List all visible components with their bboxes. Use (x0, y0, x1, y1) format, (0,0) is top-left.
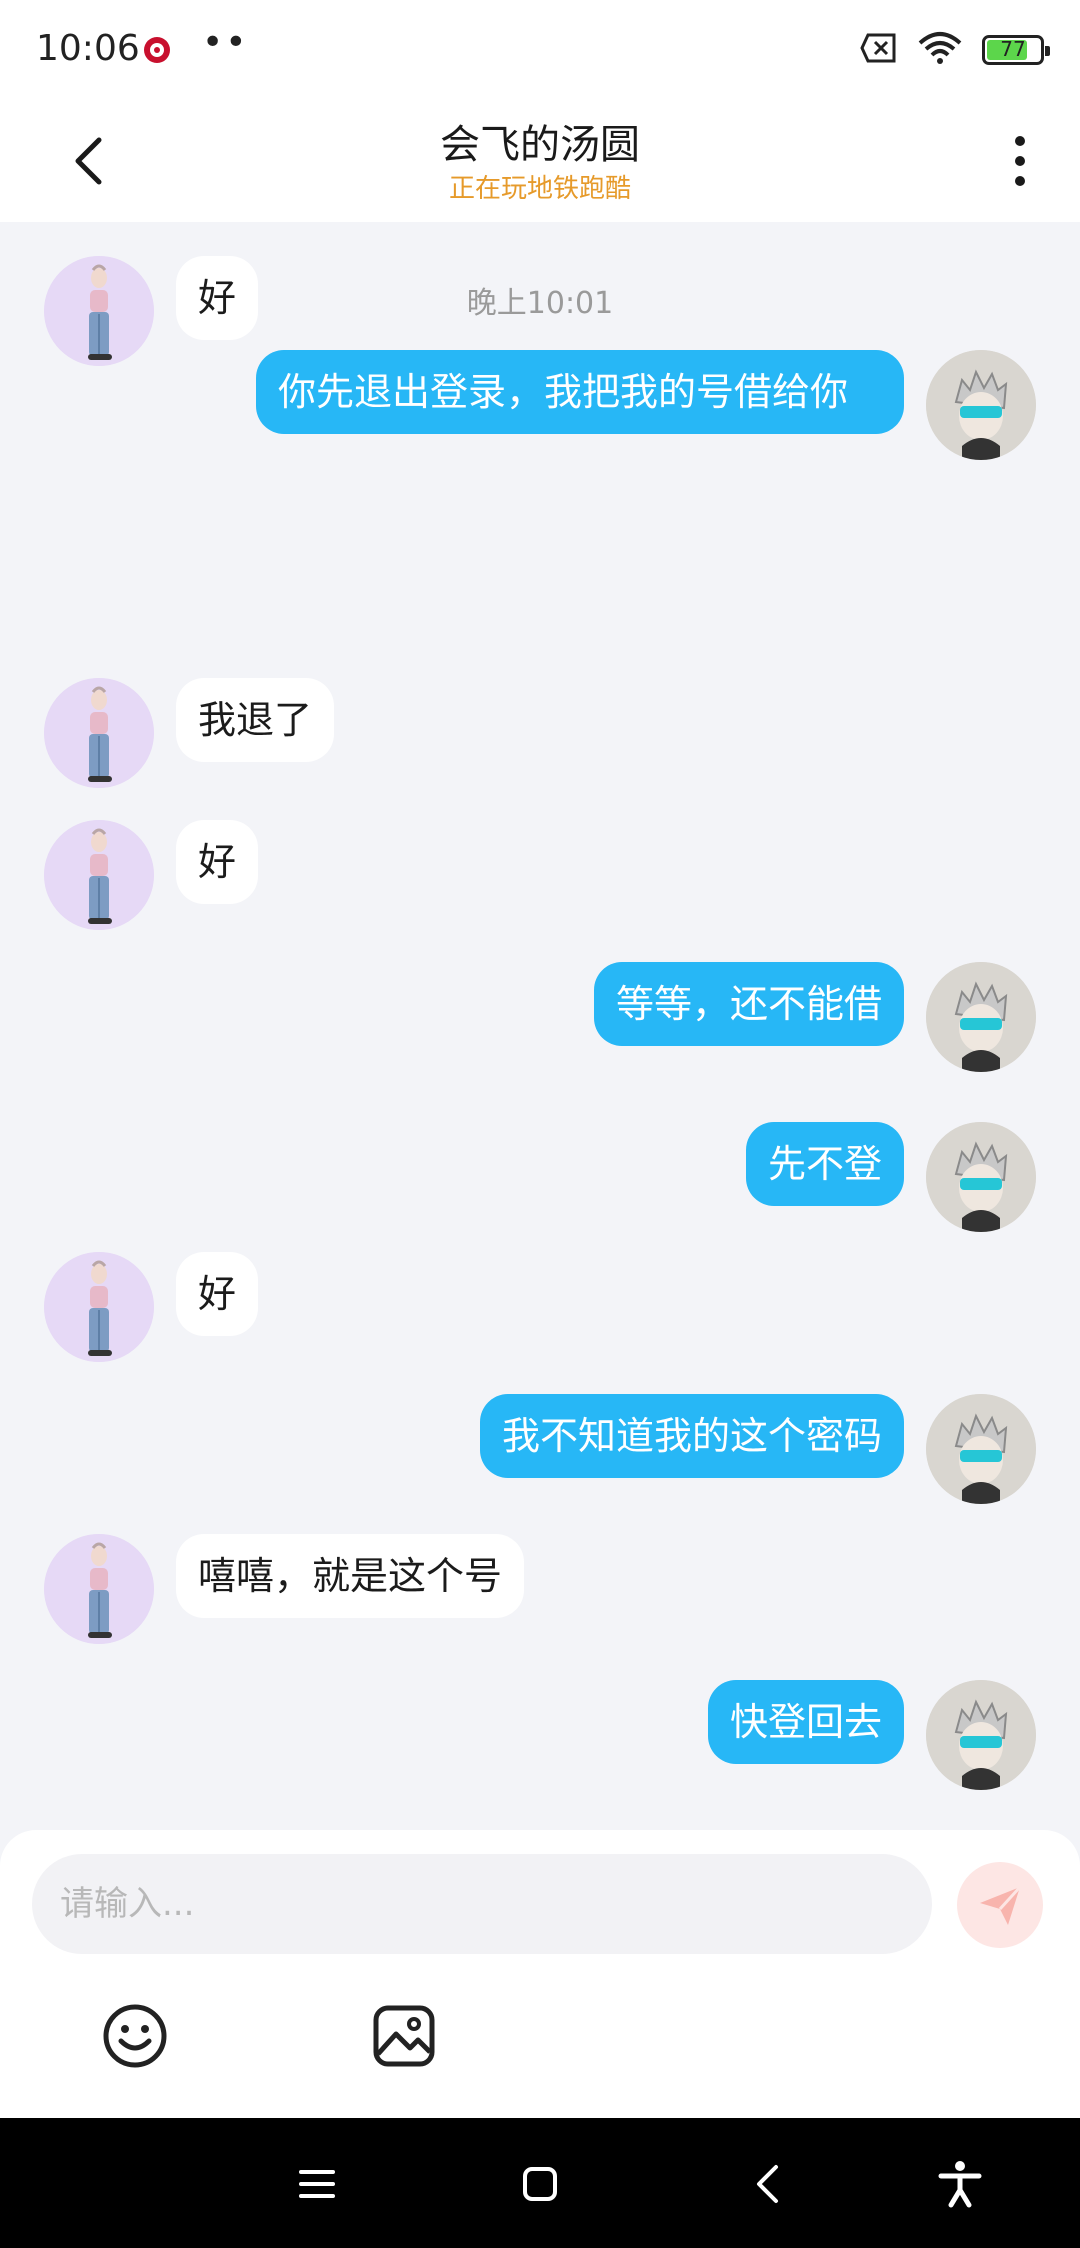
contact-avatar[interactable] (44, 1534, 154, 1644)
composer (0, 1830, 1080, 2118)
home-button[interactable] (510, 2154, 570, 2214)
image-icon (373, 2005, 435, 2067)
notification-app-icon (140, 32, 174, 66)
wifi-icon (918, 31, 962, 69)
contact-name: 会飞的汤圆 (440, 122, 640, 168)
send-icon (980, 1885, 1022, 1925)
my-avatar[interactable] (926, 962, 1036, 1072)
battery-percentage: 77 (1000, 37, 1026, 61)
chat-timestamp: 晚上10:01 (466, 286, 614, 321)
send-button[interactable] (957, 1862, 1043, 1948)
my-avatar[interactable] (926, 1680, 1036, 1790)
my-avatar[interactable] (926, 1122, 1036, 1232)
nav-back-button[interactable] (737, 2154, 797, 2214)
emoji-icon (103, 2004, 167, 2068)
message-bubble[interactable]: 先不登 (745, 1122, 904, 1206)
notification-dots-icon: •• (202, 22, 249, 63)
contact-avatar[interactable] (44, 1252, 154, 1362)
message-bubble[interactable]: 你先退出登录，我把我的号借给你 (256, 350, 904, 434)
chat-header: 会飞的汤圆 正在玩地铁跑酷 (0, 100, 1080, 222)
message-bubble[interactable]: 嘻嘻，就是这个号 (176, 1534, 525, 1618)
status-time: 10:06 (36, 28, 140, 69)
my-avatar[interactable] (926, 350, 1036, 460)
battery-icon: 77 (982, 35, 1050, 65)
message-bubble[interactable]: 我退了 (176, 678, 335, 762)
accessibility-icon (938, 2161, 982, 2208)
battery-nub (1045, 46, 1050, 56)
contact-avatar[interactable] (44, 678, 154, 788)
emoji-button[interactable] (99, 2000, 171, 2072)
message-input[interactable] (32, 1854, 932, 1954)
contact-avatar[interactable] (44, 820, 154, 930)
contact-status: 正在玩地铁跑酷 (448, 174, 631, 204)
image-button[interactable] (368, 2000, 440, 2072)
system-navigation-bar (0, 2118, 1080, 2248)
message-bubble[interactable]: 我不知道我的这个密码 (479, 1394, 904, 1478)
my-avatar[interactable] (926, 1394, 1036, 1504)
more-vertical-icon (1015, 136, 1025, 186)
sim-off-icon (860, 33, 898, 67)
contact-avatar[interactable] (44, 256, 154, 366)
message-bubble[interactable]: 快登回去 (707, 1680, 904, 1764)
menu-icon (299, 2170, 335, 2198)
message-bubble[interactable]: 好 (176, 1252, 259, 1336)
accessibility-button[interactable] (930, 2154, 990, 2214)
message-bubble[interactable]: 好 (176, 256, 259, 340)
message-bubble[interactable]: 好 (176, 820, 259, 904)
message-bubble[interactable]: 等等，还不能借 (593, 962, 904, 1046)
status-bar: 10:06 •• 77 (0, 0, 1080, 100)
more-options-button[interactable] (1000, 126, 1040, 196)
chevron-left-icon (757, 2165, 778, 2203)
home-square-icon (523, 2167, 557, 2201)
chat-area[interactable]: 晚上10:01 好你先退出登录，我把我的号借给你 我退了好等等，还不能借 先不登好我… (0, 222, 1080, 1830)
menu-button[interactable] (287, 2154, 347, 2214)
